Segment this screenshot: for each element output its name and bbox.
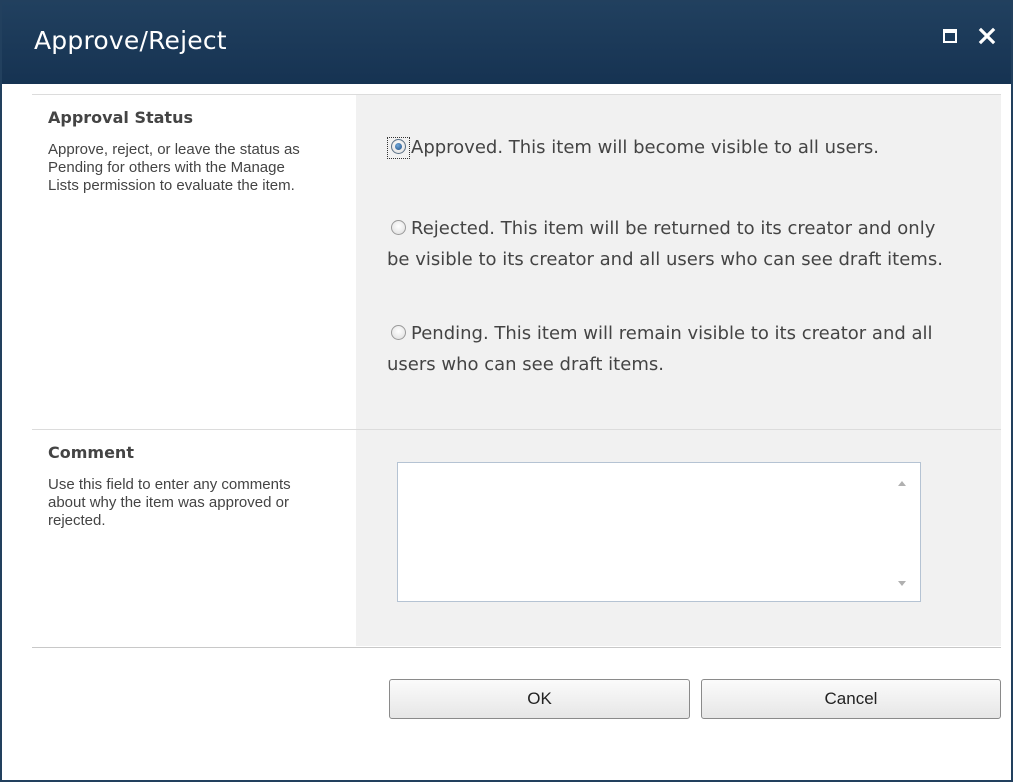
maximize-icon: [943, 29, 957, 43]
radio-label-pending: Pending. This item will remain visible t…: [387, 323, 933, 375]
cancel-button[interactable]: Cancel: [701, 679, 1001, 719]
radio-option-approved[interactable]: Approved. This item will become visible …: [387, 132, 957, 163]
radio-unchecked-icon[interactable]: [391, 325, 406, 340]
dialog-titlebar: Approve/Reject: [2, 2, 1011, 84]
comment-textarea[interactable]: [398, 463, 888, 601]
radio-unchecked-icon[interactable]: [391, 220, 406, 235]
divider: [32, 647, 1001, 648]
approval-status-description: Approve, reject, or leave the status as …: [48, 141, 300, 194]
maximize-button[interactable]: [941, 26, 963, 48]
scroll-down-arrow-icon[interactable]: [898, 581, 906, 586]
comment-description: Use this field to enter any comments abo…: [48, 476, 291, 529]
approval-status-label: Approval Status: [48, 108, 193, 127]
scroll-up-arrow-icon[interactable]: [898, 481, 906, 486]
approve-reject-dialog: Approve/Reject Approval Status Approve, …: [0, 0, 1013, 782]
radio-option-pending[interactable]: Pending. This item will remain visible t…: [387, 318, 957, 380]
comment-label: Comment: [48, 443, 134, 462]
radio-option-rejected[interactable]: Rejected. This item will be returned to …: [387, 213, 957, 275]
radio-checked-icon[interactable]: [391, 139, 406, 154]
close-button[interactable]: [977, 26, 999, 48]
focus-outline: [387, 137, 410, 159]
close-icon: [978, 27, 996, 45]
dialog-body: Approval Status Approve, reject, or leav…: [2, 84, 1011, 780]
radio-label-rejected: Rejected. This item will be returned to …: [387, 218, 943, 270]
ok-button[interactable]: OK: [389, 679, 690, 719]
dialog-title: Approve/Reject: [34, 26, 227, 55]
radio-label-approved: Approved. This item will become visible …: [411, 137, 880, 158]
comment-textarea-frame: [397, 462, 921, 602]
